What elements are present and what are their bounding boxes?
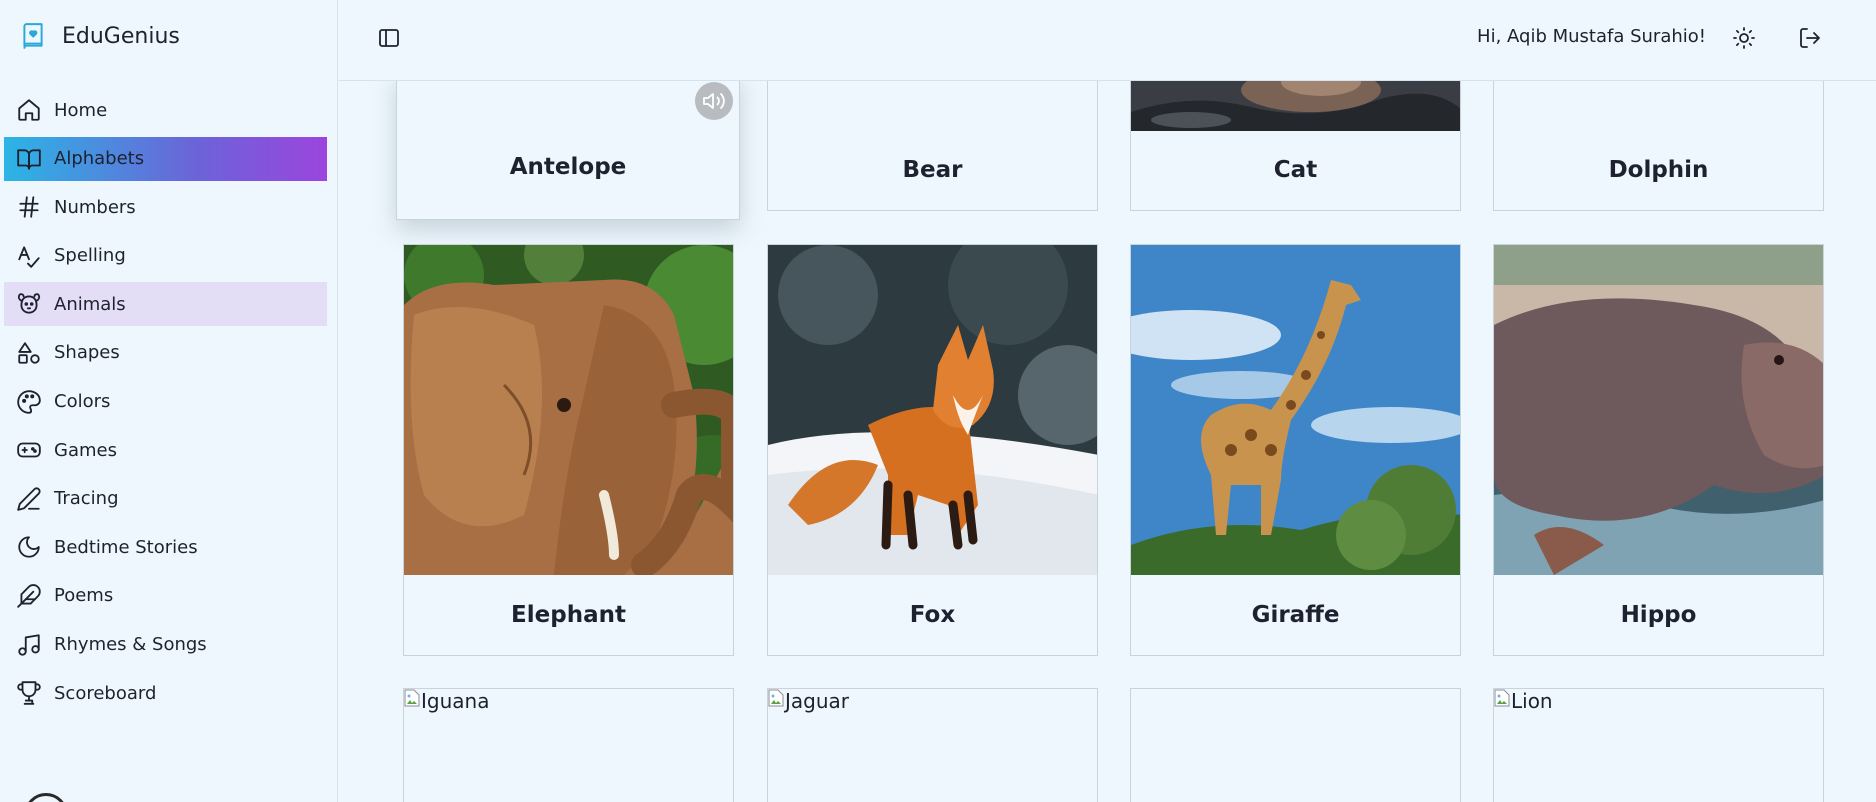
sidebar-item-label: Rhymes & Songs — [54, 634, 207, 656]
spell-check-icon — [18, 246, 40, 268]
broken-image-icon — [768, 689, 784, 707]
broken-image: Iguana — [404, 689, 489, 713]
brand-name: EduGenius — [62, 23, 180, 49]
animal-card-cat[interactable]: Cat — [1130, 81, 1461, 211]
top-bar: Hi, Aqib Mustafa Surahio! — [339, 0, 1876, 81]
sidebar-item-label: Animals — [54, 293, 126, 315]
sidebar-item-bedtime-stories[interactable]: Bedtime Stories — [4, 525, 327, 569]
sidebar-item-label: Bedtime Stories — [54, 536, 198, 558]
image-alt-text: Jaguar — [785, 689, 850, 713]
sidebar-item-scoreboard[interactable]: Scoreboard — [4, 671, 327, 715]
sidebar-item-label: Tracing — [54, 488, 119, 510]
sidebar-item-games[interactable]: Games — [4, 428, 327, 472]
sidebar-item-rhymes-songs[interactable]: Rhymes & Songs — [4, 623, 327, 667]
trophy-icon — [17, 681, 41, 705]
shapes-icon — [18, 342, 40, 364]
animal-card-bear[interactable]: Bear — [767, 81, 1098, 211]
animal-card-hippo[interactable]: Hippo — [1493, 244, 1824, 656]
pen-icon — [17, 487, 41, 511]
giraffe-image — [1131, 245, 1460, 575]
animal-card-blank[interactable] — [1130, 688, 1461, 802]
animal-cards-grid: Antelope Bear Cat Dolphin Elephant Fox G… — [339, 81, 1876, 802]
animal-card-fox[interactable]: Fox — [767, 244, 1098, 656]
animal-card-jaguar[interactable]: Jaguar — [767, 688, 1098, 802]
broken-image: Lion — [1494, 689, 1553, 713]
sidebar-item-label: Alphabets — [54, 148, 145, 170]
animal-name: Hippo — [1620, 602, 1697, 628]
animal-name: Antelope — [509, 154, 627, 180]
animal-name: Dolphin — [1608, 157, 1709, 183]
image-alt-text: Lion — [1511, 689, 1553, 713]
animal-card-elephant[interactable]: Elephant — [403, 244, 734, 656]
animal-name: Giraffe — [1251, 602, 1340, 628]
cat-image — [1131, 81, 1460, 131]
speaker-icon — [703, 93, 725, 109]
sidebar-item-label: Poems — [54, 585, 114, 607]
sidebar-item-poems[interactable]: Poems — [4, 574, 327, 618]
animal-card-antelope[interactable]: Antelope — [396, 81, 740, 220]
animal-name: Fox — [909, 602, 956, 628]
broken-image-icon — [404, 689, 420, 707]
sidebar-item-alphabets[interactable]: Alphabets — [4, 136, 327, 181]
paw-icon — [17, 293, 41, 314]
sidebar-toggle-icon[interactable] — [377, 26, 401, 50]
sidebar-item-colors[interactable]: Colors — [4, 380, 327, 424]
image-alt-text: Iguana — [421, 689, 490, 713]
fox-image — [768, 245, 1097, 575]
elephant-image — [404, 245, 733, 575]
sidebar-item-shapes[interactable]: Shapes — [4, 331, 327, 375]
sidebar-nav: Home Alphabets Numbers Spelling Animals … — [4, 88, 327, 720]
home-icon — [18, 99, 40, 121]
speaker-button[interactable] — [695, 82, 733, 120]
logout-icon[interactable] — [1798, 26, 1822, 50]
sidebar-item-home[interactable]: Home — [4, 88, 327, 132]
feather-icon — [17, 584, 41, 608]
sidebar-item-label: Numbers — [54, 196, 136, 218]
broken-image-icon — [1494, 689, 1510, 707]
user-avatar[interactable] — [24, 793, 68, 802]
gamepad-icon — [17, 442, 41, 458]
music-icon — [18, 633, 40, 656]
sidebar: EduGenius Home Alphabets Numbers Spellin… — [0, 0, 338, 802]
brand[interactable]: EduGenius — [20, 20, 180, 52]
animal-card-giraffe[interactable]: Giraffe — [1130, 244, 1461, 656]
sidebar-item-tracing[interactable]: Tracing — [4, 477, 327, 521]
animal-name: Elephant — [511, 602, 626, 628]
sidebar-item-label: Shapes — [54, 342, 120, 364]
broken-image: Jaguar — [768, 689, 849, 713]
book-open-icon — [17, 149, 41, 170]
sun-icon[interactable] — [1732, 26, 1756, 50]
palette-icon — [17, 389, 41, 414]
animal-card-dolphin[interactable]: Dolphin — [1493, 81, 1824, 211]
sidebar-item-label: Spelling — [54, 245, 126, 267]
hash-icon — [19, 196, 39, 218]
animal-card-lion[interactable]: Lion — [1493, 688, 1824, 802]
animal-name: Bear — [902, 157, 963, 183]
sidebar-item-label: Games — [54, 439, 117, 461]
book-heart-icon — [23, 23, 43, 49]
sidebar-item-label: Colors — [54, 391, 111, 413]
sidebar-item-numbers[interactable]: Numbers — [4, 185, 327, 229]
animal-card-iguana[interactable]: Iguana — [403, 688, 734, 802]
user-greeting: Hi, Aqib Mustafa Surahio! — [1477, 26, 1706, 47]
sidebar-item-label: Scoreboard — [54, 682, 157, 704]
sidebar-item-animals[interactable]: Animals — [4, 282, 327, 327]
animal-name: Cat — [1273, 157, 1318, 183]
sidebar-item-label: Home — [54, 99, 108, 121]
hippo-image — [1494, 245, 1823, 575]
sidebar-item-spelling[interactable]: Spelling — [4, 234, 327, 278]
moon-icon — [18, 536, 40, 559]
